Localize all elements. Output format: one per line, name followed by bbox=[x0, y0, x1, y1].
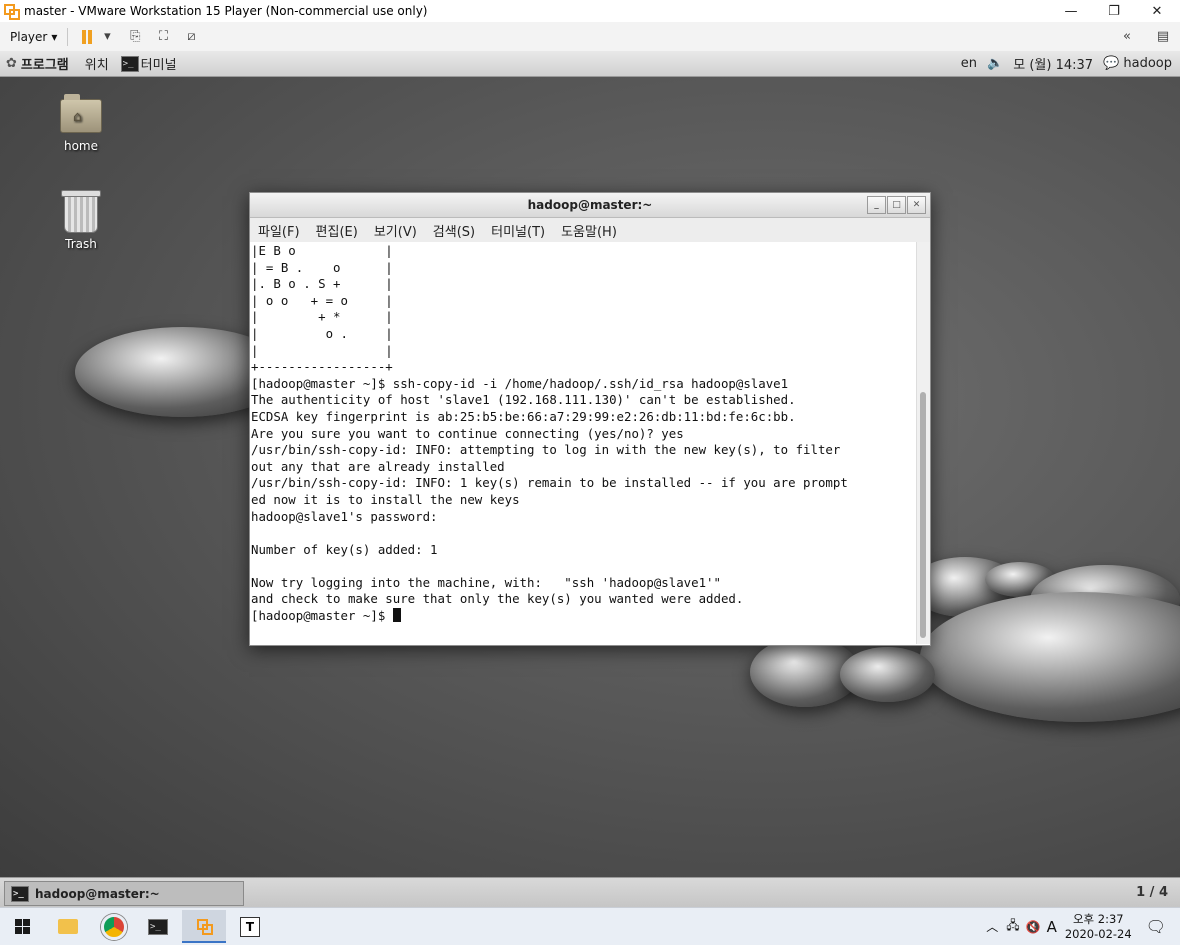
menu-view[interactable]: 보기(V) bbox=[366, 221, 425, 240]
home-folder-icon[interactable]: ⌂ home bbox=[46, 94, 116, 153]
terminal-text: |E B o | | = B . o | |. B o . S + | | o … bbox=[251, 243, 848, 624]
vmware-logo-icon bbox=[4, 4, 20, 20]
player-menu-button[interactable]: Player ▾ bbox=[10, 30, 57, 44]
chat-icon: 💬 bbox=[1103, 56, 1120, 71]
speaker-icon[interactable]: 🔇 bbox=[1026, 920, 1041, 934]
ime-indicator[interactable]: A bbox=[1047, 918, 1057, 936]
terminal-output[interactable]: |E B o | | = B . o | |. B o . S + | | o … bbox=[250, 242, 916, 644]
minimize-button[interactable]: — bbox=[1048, 0, 1094, 22]
vmware-taskbar-button[interactable] bbox=[182, 910, 226, 943]
system-tray: ︿ 🖧 🔇 A 오후 2:37 2020-02-24 🗨 bbox=[986, 908, 1180, 945]
terminal-window[interactable]: hadoop@master:~ _ □ ✕ 파일(F) 편집(E) 보기(V) … bbox=[249, 192, 931, 646]
terminal-close-button[interactable]: ✕ bbox=[907, 196, 926, 214]
terminal-icon: >_ bbox=[11, 885, 29, 902]
typora-button[interactable]: T bbox=[228, 910, 272, 943]
unity-icon[interactable]: ⧄ bbox=[182, 28, 200, 46]
guest-top-panel: ✿ 프로그램 위치 >_ 터미널 en 🔈 모 (월) 14:37 💬 hado… bbox=[0, 51, 1180, 77]
clock-date: 2020-02-24 bbox=[1064, 926, 1132, 941]
volume-icon[interactable]: 🔈 bbox=[987, 56, 1003, 71]
user-menu[interactable]: 💬 hadoop bbox=[1103, 56, 1172, 71]
fullscreen-icon[interactable]: ⛶ bbox=[154, 28, 172, 46]
places-menu[interactable]: 위치 bbox=[85, 54, 109, 73]
vmware-toolbar: Player ▾ ▾ ⎘ ⛶ ⧄ « ▤ bbox=[0, 22, 1180, 52]
folder-icon bbox=[58, 919, 78, 934]
vmware-title-bar: master - VMware Workstation 15 Player (N… bbox=[0, 0, 1180, 22]
terminal-minimize-button[interactable]: _ bbox=[867, 196, 886, 214]
windows-taskbar: >_ T ︿ 🖧 🔇 A 오후 2:37 2020-02-24 🗨 bbox=[0, 907, 1180, 945]
keyboard-layout-indicator[interactable]: en bbox=[961, 56, 977, 71]
terminal-prompt: [hadoop@master ~]$ bbox=[251, 608, 393, 624]
trash-label: Trash bbox=[65, 237, 97, 251]
terminal-icon: >_ bbox=[120, 55, 139, 72]
player-menu-label: Player bbox=[10, 29, 48, 44]
taskbar-item-label: hadoop@master:~ bbox=[35, 886, 160, 901]
typora-icon: T bbox=[240, 916, 260, 937]
wallpaper-drop bbox=[840, 647, 935, 702]
network-icon[interactable]: 🖧 bbox=[1006, 916, 1019, 937]
menu-edit[interactable]: 편집(E) bbox=[308, 221, 366, 240]
terminal-maximize-button[interactable]: □ bbox=[887, 196, 906, 214]
terminal-title: hadoop@master:~ bbox=[527, 198, 653, 212]
trash-icon[interactable]: Trash bbox=[46, 190, 116, 251]
chevron-up-icon[interactable]: ︿ bbox=[986, 918, 998, 935]
library-icon[interactable]: ▤ bbox=[1154, 28, 1172, 46]
file-explorer-button[interactable] bbox=[46, 910, 90, 943]
terminal-cursor bbox=[392, 608, 401, 623]
menu-file[interactable]: 파일(F) bbox=[250, 221, 308, 240]
gnome-foot-icon: ✿ bbox=[6, 56, 17, 71]
close-button[interactable]: ✕ bbox=[1134, 0, 1180, 22]
windows-logo-icon bbox=[14, 919, 30, 934]
chrome-icon bbox=[101, 913, 127, 940]
send-ctrl-alt-del-icon[interactable]: ⎘ bbox=[126, 28, 144, 46]
terminal-launcher[interactable]: >_ 터미널 bbox=[120, 54, 177, 73]
cmd-button[interactable]: >_ bbox=[136, 910, 180, 943]
clock-time: 오후 2:37 bbox=[1072, 911, 1124, 926]
chrome-button[interactable] bbox=[92, 910, 136, 943]
taskbar-clock[interactable]: 오후 2:37 2020-02-24 bbox=[1065, 912, 1132, 942]
pause-dropdown-icon[interactable]: ▾ bbox=[98, 28, 116, 46]
toolbar-divider bbox=[67, 27, 69, 46]
guest-bottom-panel: >_ hadoop@master:~ 1 / 4 bbox=[0, 877, 1180, 908]
terminal-menubar: 파일(F) 편집(E) 보기(V) 검색(S) 터미널(T) 도움말(H) bbox=[250, 218, 930, 242]
chevron-down-icon: ▾ bbox=[51, 29, 58, 44]
notification-icon[interactable]: 🗨 bbox=[1146, 917, 1166, 936]
start-button[interactable] bbox=[0, 910, 44, 943]
scrollbar-thumb[interactable] bbox=[920, 392, 926, 638]
menu-help[interactable]: 도움말(H) bbox=[553, 221, 625, 240]
terminal-launcher-label: 터미널 bbox=[140, 58, 177, 73]
terminal-title-bar[interactable]: hadoop@master:~ _ □ ✕ bbox=[250, 193, 930, 218]
workspace-pager[interactable]: 1 / 4 bbox=[1136, 885, 1168, 900]
collapse-toolbar-icon[interactable]: « bbox=[1118, 28, 1136, 46]
applications-menu[interactable]: ✿ 프로그램 bbox=[6, 54, 69, 73]
menu-terminal[interactable]: 터미널(T) bbox=[483, 221, 553, 240]
menu-search[interactable]: 검색(S) bbox=[425, 221, 483, 240]
pause-icon[interactable] bbox=[78, 28, 96, 46]
command-prompt-icon: >_ bbox=[148, 918, 168, 935]
panel-status-area: en 🔈 모 (월) 14:37 💬 hadoop bbox=[961, 51, 1172, 76]
vmware-window-title: master - VMware Workstation 15 Player (N… bbox=[24, 4, 428, 18]
home-label: home bbox=[63, 139, 99, 153]
maximize-button[interactable]: ❐ bbox=[1091, 0, 1137, 22]
vmware-icon bbox=[197, 918, 213, 935]
taskbar-item-terminal[interactable]: >_ hadoop@master:~ bbox=[4, 881, 244, 906]
panel-clock[interactable]: 모 (월) 14:37 bbox=[1013, 54, 1093, 73]
terminal-scrollbar[interactable] bbox=[916, 242, 930, 644]
applications-menu-label: 프로그램 bbox=[20, 58, 69, 73]
